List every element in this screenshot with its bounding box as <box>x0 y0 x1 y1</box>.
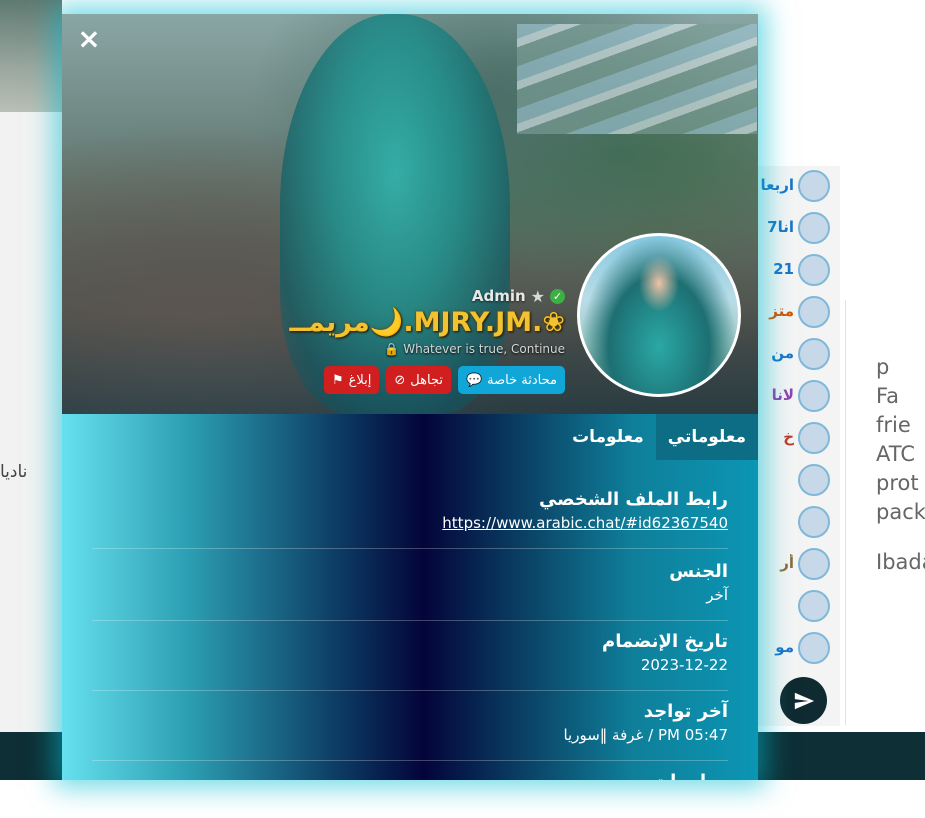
send-button[interactable] <box>780 677 827 724</box>
profile-link[interactable]: https://www.arabic.chat/#id62367540 <box>442 514 728 532</box>
ignore-button[interactable]: ⊘ تجاهل <box>386 366 451 394</box>
role-badge: Admin ★ ✓ <box>472 286 565 306</box>
field-value: 2023-12-22 <box>640 656 728 674</box>
avatar <box>798 506 830 538</box>
tab-label: معلوماتي <box>667 427 746 447</box>
field-value: آخر <box>706 586 728 604</box>
avatar <box>798 590 830 622</box>
user-list-item[interactable]: لانا <box>758 378 840 416</box>
side-panel-text: Fa <box>876 384 900 408</box>
paper-plane-icon <box>794 692 814 709</box>
side-panel-text: pack <box>876 500 925 524</box>
user-list-item[interactable] <box>758 588 840 626</box>
private-chat-button[interactable]: 💬 محادثة خاصة <box>457 366 565 394</box>
avatar <box>798 338 830 370</box>
field-label: الجنس <box>669 561 728 582</box>
cover-background-detail <box>517 24 757 134</box>
report-button[interactable]: ⚑ إبلاغ <box>323 366 380 394</box>
side-panel: p Fa frie ATC prot pack Ibada <box>845 300 925 725</box>
field-label: آخر تواجد <box>643 701 728 722</box>
chat-area <box>0 112 62 732</box>
side-panel-text: frie <box>876 413 911 437</box>
field-about: معلومات <box>92 770 728 780</box>
user-list-item[interactable]: من <box>758 336 840 374</box>
field-value: 05:47 PM / غرفة ‖سوريا <box>563 726 728 744</box>
field-gender: الجنس آخر <box>92 560 728 621</box>
side-panel-text: prot <box>876 471 919 495</box>
avatar <box>798 212 830 244</box>
tab-label: معلومات <box>572 427 644 447</box>
side-panel-text: Ibada <box>876 550 925 574</box>
user-list-item[interactable] <box>758 504 840 542</box>
profile-info-area: معلوماتي معلومات رابط الملف الشخصي https… <box>62 414 758 780</box>
field-value: https://www.arabic.chat/#id62367540 <box>92 512 728 534</box>
field-last-seen: آخر تواجد 05:47 PM / غرفة ‖سوريا <box>92 700 728 761</box>
avatar <box>798 548 830 580</box>
verified-check-icon: ✓ <box>550 288 565 304</box>
private-chat-label: محادثة خاصة <box>487 372 557 388</box>
tab-info[interactable]: معلومات <box>560 414 656 460</box>
field-label: رابط الملف الشخصي <box>538 489 728 510</box>
avatar <box>798 170 830 202</box>
avatar <box>798 296 830 328</box>
chat-snippet: ناديا <box>0 462 28 482</box>
profile-actions: ⚑ إبلاغ ⊘ تجاهل 💬 محادثة خاصة <box>323 366 565 394</box>
field-join-date: تاريخ الإنضمام 2023-12-22 <box>92 630 728 691</box>
profile-mood: 🔒 Whatever is true, Continue <box>384 342 565 356</box>
profile-modal: × Admin ★ ✓ مريمــ🌙.MJRY.JM.❀ 🔒 Whatever… <box>62 14 758 780</box>
close-icon: × <box>77 22 101 55</box>
profile-username: مريمــ🌙.MJRY.JM.❀ <box>289 307 565 338</box>
close-button[interactable]: × <box>76 25 102 53</box>
ignore-label: تجاهل <box>410 372 443 388</box>
user-list-item[interactable]: خ <box>758 420 840 458</box>
field-profile-link: رابط الملف الشخصي https://www.arabic.cha… <box>92 488 728 549</box>
field-label: تاريخ الإنضمام <box>602 631 728 652</box>
user-list-item[interactable] <box>758 462 840 500</box>
field-label: معلومات <box>92 770 728 780</box>
side-panel-text: ATC <box>876 442 915 466</box>
ban-icon: ⊘ <box>394 372 406 388</box>
side-panel-text: p <box>876 355 890 379</box>
user-list-item[interactable]: اربعا <box>758 168 840 206</box>
comments-icon: 💬 <box>465 372 483 388</box>
user-list-item[interactable]: انا7 <box>758 210 840 248</box>
user-list-item[interactable]: 21 <box>758 252 840 290</box>
profile-tabs: معلوماتي معلومات <box>560 414 758 460</box>
lock-icon: 🔒 <box>384 342 400 356</box>
avatar <box>798 422 830 454</box>
user-list-item[interactable]: أر <box>758 546 840 584</box>
flag-icon: ⚑ <box>331 372 344 388</box>
avatar <box>798 632 830 664</box>
role-label: Admin <box>471 287 526 305</box>
profile-avatar[interactable] <box>577 233 741 397</box>
avatar <box>798 380 830 412</box>
tab-my-info[interactable]: معلوماتي <box>655 414 758 460</box>
user-list-item[interactable]: مو <box>758 630 840 668</box>
avatar <box>798 254 830 286</box>
star-icon: ★ <box>530 286 545 306</box>
mood-text: Whatever is true, Continue <box>403 342 565 356</box>
avatar <box>798 464 830 496</box>
user-list: اربعا انا7 21 متز من لانا خ أر مو <box>758 166 840 726</box>
report-label: إبلاغ <box>348 372 372 388</box>
user-list-item[interactable]: متز <box>758 294 840 332</box>
background-photo <box>0 0 62 112</box>
